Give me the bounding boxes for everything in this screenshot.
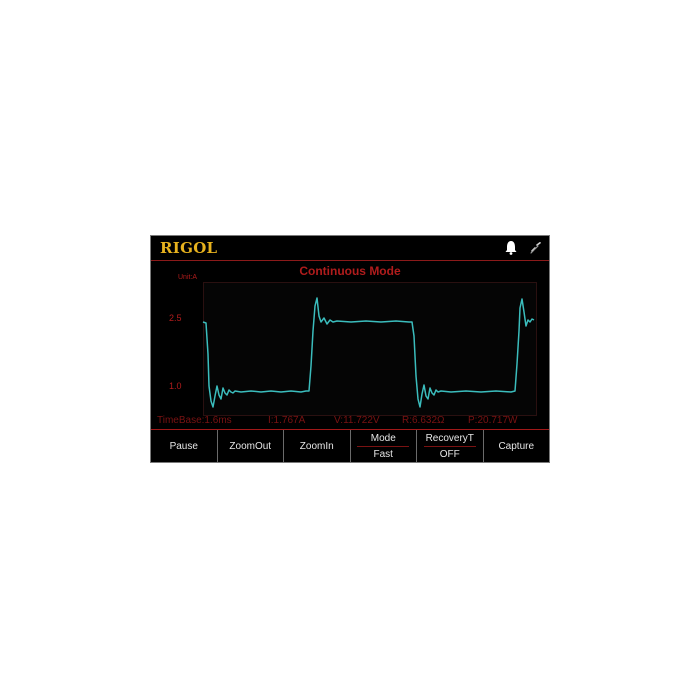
recovery-value: OFF [439, 449, 460, 460]
zoom-in-button[interactable]: ZoomIn [284, 430, 351, 462]
current-readout: I:1.767A [268, 415, 306, 426]
power-readout: P:20.717W [468, 415, 518, 426]
capture-label: Capture [498, 441, 535, 452]
capture-button[interactable]: Capture [484, 430, 550, 462]
pause-button[interactable]: Pause [151, 430, 218, 462]
electronic-load-screen: RIGOL Continuous Mode Unit:A 2.5 1.0 Tim… [150, 235, 550, 463]
mode-button[interactable]: Mode Fast [351, 430, 417, 462]
waveform-trace [202, 297, 535, 408]
measurement-status-row: TimeBase:1.6ms I:1.767A V:11.722V R:6.63… [151, 415, 549, 427]
mode-value: Fast [373, 449, 393, 460]
softkey-bar: Pause ZoomOut ZoomIn Mode Fast RecoveryT… [151, 429, 550, 462]
recovery-time-button[interactable]: RecoveryT OFF [417, 430, 484, 462]
mode-label: Mode [357, 433, 410, 447]
resistance-readout: R:6.632Ω [402, 415, 445, 426]
zoom-out-label: ZoomOut [229, 441, 272, 452]
recovery-label: RecoveryT [423, 433, 476, 447]
zoom-in-label: ZoomIn [299, 441, 334, 452]
timebase-readout: TimeBase:1.6ms [157, 415, 232, 426]
pause-label: Pause [169, 441, 198, 452]
voltage-readout: V:11.722V [334, 415, 380, 426]
zoom-out-button[interactable]: ZoomOut [218, 430, 284, 462]
